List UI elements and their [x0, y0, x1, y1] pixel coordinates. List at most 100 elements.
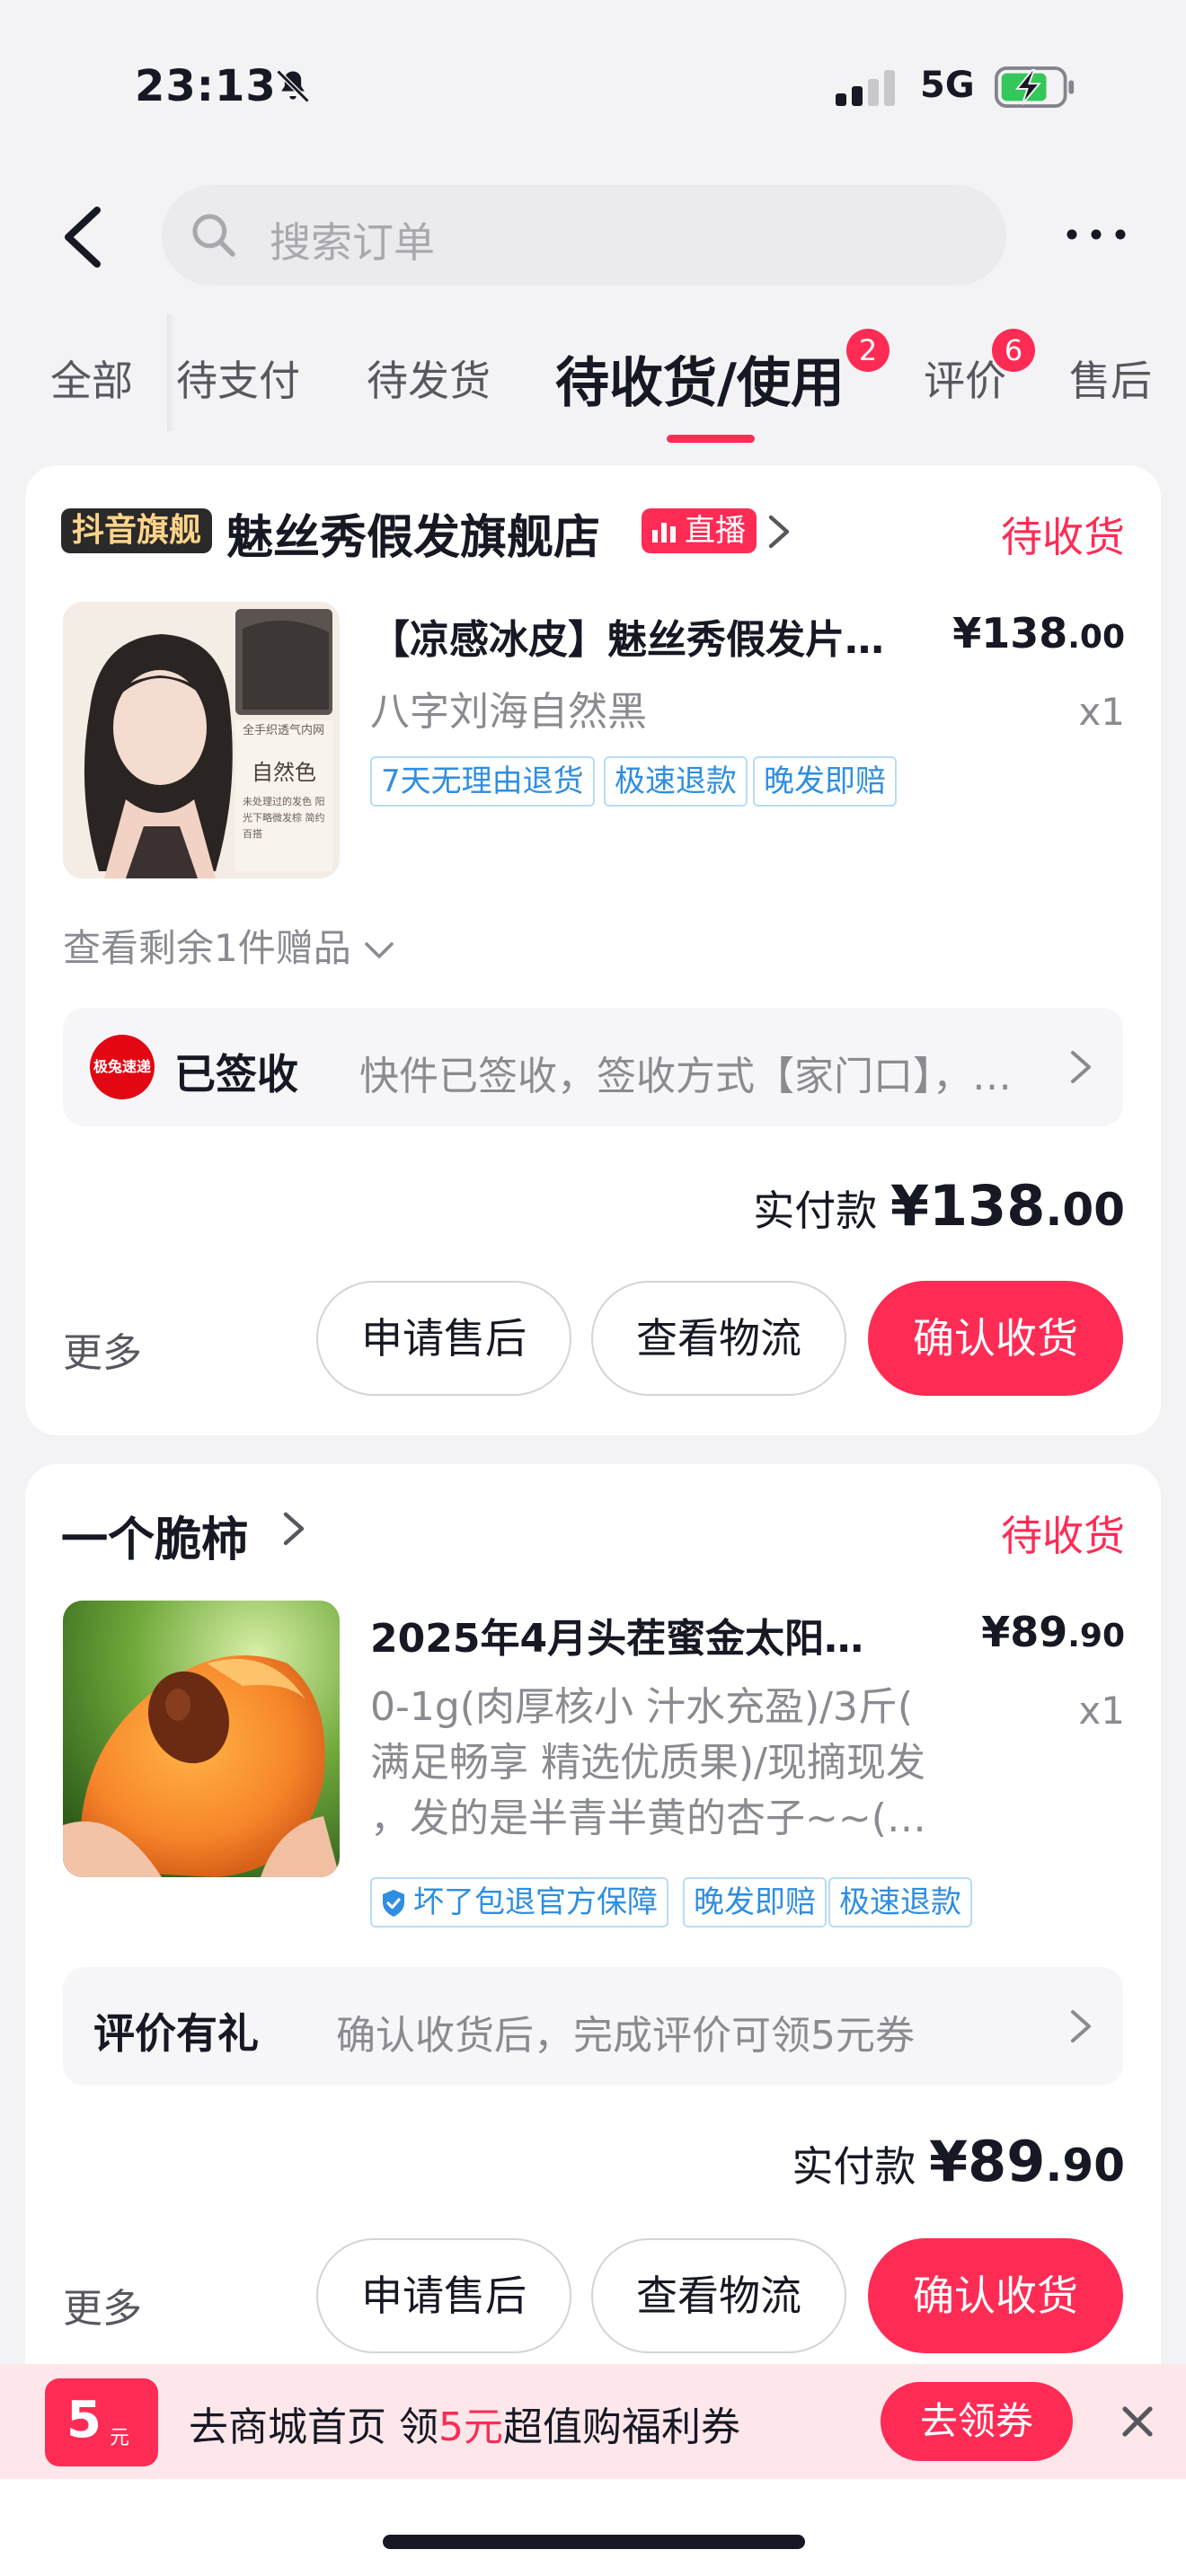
- banner-text: 去商城首页 领5元超值购福利券: [189, 2395, 740, 2452]
- search-placeholder: 搜索订单: [270, 218, 435, 267]
- tab-pending-shipment[interactable]: 待发货: [367, 348, 491, 408]
- service-tag: 极速退款: [604, 756, 748, 807]
- product-title[interactable]: 2025年4月头茬蜜金太阳…: [370, 1606, 863, 1663]
- shield-check-icon: [383, 1890, 404, 1917]
- tab-badge: 2: [846, 329, 890, 372]
- courier-logo: 极兔速递: [90, 1035, 155, 1099]
- chevron-right-icon[interactable]: [282, 1511, 305, 1547]
- more-link[interactable]: 更多: [63, 2276, 142, 2333]
- product-image[interactable]: [63, 1601, 340, 1877]
- coupon-icon: 5 元: [45, 2378, 158, 2466]
- view-gifts-label: 查看剩余1件赠品: [63, 926, 351, 970]
- battery-charging-icon: [995, 66, 1075, 108]
- apply-after-sale-button[interactable]: 申请售后: [316, 2238, 571, 2353]
- apricot-product-illustration: [63, 1601, 340, 1877]
- product-spec: 0-1g(肉厚核小 汁水充盈)/3斤( 满足畅享 精选优质果)/现摘现发 ，发的…: [370, 1680, 926, 1847]
- confirm-receipt-button[interactable]: 确认收货: [868, 1281, 1123, 1396]
- close-icon[interactable]: [1120, 2404, 1155, 2439]
- live-bars-icon: [652, 523, 676, 543]
- banner-text-after: 超值购福利券: [503, 2404, 740, 2450]
- claim-coupon-button[interactable]: 去领券: [881, 2382, 1073, 2461]
- logistics-strip[interactable]: 极兔速递 已签收 快件已签收，签收方式【家门口】，…: [63, 1008, 1123, 1126]
- live-badge: 直播: [642, 508, 757, 553]
- tab-after-sales[interactable]: 售后: [1069, 348, 1152, 408]
- view-gifts-link[interactable]: 查看剩余1件赠品: [63, 918, 395, 973]
- paid-amount: 实付款 ¥138.00: [753, 1173, 1125, 1239]
- product-spec-line: ，发的是半青半黄的杏子~~(…: [370, 1795, 926, 1841]
- tab-divider: [167, 314, 174, 431]
- bell-muted-icon: [276, 69, 310, 103]
- review-reward-strip[interactable]: 评价有礼 确认收货后，完成评价可领5元券: [63, 1967, 1123, 2086]
- paid-dec: .90: [1045, 2139, 1125, 2192]
- home-bar-area: [0, 2479, 1186, 2576]
- paid-int: ¥138: [890, 1173, 1046, 1239]
- chevron-right-icon: [1071, 2010, 1091, 2042]
- product-spec-line: 0-1g(肉厚核小 汁水充盈)/3斤(: [370, 1684, 914, 1730]
- apply-after-sale-button[interactable]: 申请售后: [316, 1281, 571, 1396]
- tab-pending-receipt[interactable]: 待收货/使用: [555, 340, 845, 418]
- status-time: 23:13: [135, 61, 277, 111]
- product-quantity: x1: [1078, 1689, 1125, 1733]
- home-indicator[interactable]: [383, 2535, 805, 2549]
- product-price-int: ¥89: [981, 1608, 1068, 1656]
- service-tag: 7天无理由退货: [370, 756, 595, 807]
- product-price-dec: .00: [1067, 619, 1125, 656]
- status-bar: 23:13 5G: [0, 0, 1186, 171]
- product-image-title: 自然色: [252, 760, 316, 785]
- active-tab-indicator: [667, 435, 755, 443]
- logistics-status: 已签收: [174, 1050, 298, 1098]
- coupon-unit: 元: [110, 2427, 130, 2449]
- service-tag-guarantee: 坏了包退官方保障: [370, 1877, 668, 1928]
- shop-name[interactable]: 魅丝秀假发旗舰店: [226, 499, 600, 567]
- paid-label: 实付款: [792, 2142, 916, 2191]
- coupon-banner[interactable]: 5 元 去商城首页 领5元超值购福利券 去领券: [0, 2364, 1186, 2479]
- view-logistics-button[interactable]: 查看物流: [591, 2238, 846, 2353]
- confirm-receipt-button[interactable]: 确认收货: [868, 2238, 1123, 2353]
- product-image[interactable]: 全手织透气内网 自然色 未处理过的发色 阳光下略微发棕 简约百搭: [63, 602, 340, 878]
- product-image-desc: 未处理过的发色 阳光下略微发棕 简约百搭: [243, 796, 325, 840]
- product-spec-line: 满足畅享 精选优质果)/现摘现发: [370, 1740, 925, 1786]
- search-icon: [192, 214, 235, 257]
- tab-badge: 6: [992, 329, 1035, 372]
- paid-label: 实付款: [753, 1187, 878, 1235]
- product-spec: 八字刘海自然黑: [370, 689, 647, 735]
- product-price: ¥138.00: [952, 609, 1125, 657]
- network-type: 5G: [920, 65, 975, 106]
- shop-name[interactable]: 一个脆柿: [61, 1502, 248, 1569]
- service-tag: 晚发即赔: [753, 756, 897, 807]
- banner-text-before: 去商城首页 领: [189, 2404, 438, 2450]
- banner-text-highlight: 5元: [438, 2404, 503, 2450]
- paid-dec: .00: [1045, 1184, 1125, 1236]
- service-tag: 极速退款: [828, 1877, 972, 1928]
- product-price-dec: .90: [1067, 1618, 1125, 1654]
- order-status: 待收货: [1001, 1512, 1125, 1560]
- more-link[interactable]: 更多: [63, 1320, 142, 1378]
- product-price-int: ¥138: [952, 609, 1068, 657]
- product-quantity: x1: [1078, 690, 1125, 734]
- order-status: 待收货: [1001, 513, 1125, 561]
- service-tag-label: 坏了包退官方保障: [413, 1884, 658, 1920]
- review-reward-label: 评价有礼: [93, 2009, 259, 2058]
- product-price: ¥89.90: [981, 1608, 1125, 1656]
- paid-amount: 实付款 ¥89.90: [792, 2129, 1125, 2194]
- product-title[interactable]: 【凉感冰皮】魅丝秀假发片…: [370, 607, 884, 665]
- order-card: 抖音旗舰 魅丝秀假发旗舰店 直播 待收货 全手织透气内网 自然色 未处理过的发色…: [25, 465, 1161, 1435]
- paid-int: ¥89: [929, 2129, 1046, 2194]
- logistics-desc: 快件已签收，签收方式【家门口】，…: [359, 1054, 1012, 1099]
- signal-icon: [836, 70, 895, 106]
- chevron-down-icon: [365, 941, 394, 958]
- tab-pending-payment[interactable]: 待支付: [176, 348, 300, 408]
- live-badge-label: 直播: [685, 513, 746, 549]
- product-image-caption: 全手织透气内网: [243, 724, 325, 737]
- flagship-badge: 抖音旗舰: [61, 508, 213, 553]
- more-options-icon[interactable]: [1065, 221, 1128, 248]
- back-arrow-icon[interactable]: [58, 205, 111, 269]
- service-tag: 晚发即赔: [683, 1877, 827, 1928]
- coupon-value: 5: [66, 2391, 102, 2449]
- chevron-right-icon: [1071, 1051, 1091, 1083]
- tab-all[interactable]: 全部: [50, 348, 133, 408]
- chevron-right-icon[interactable]: [767, 514, 791, 550]
- review-reward-desc: 确认收货后，完成评价可领5元券: [336, 2013, 915, 2059]
- view-logistics-button[interactable]: 查看物流: [591, 1281, 846, 1396]
- search-input[interactable]: 搜索订单: [162, 185, 1006, 286]
